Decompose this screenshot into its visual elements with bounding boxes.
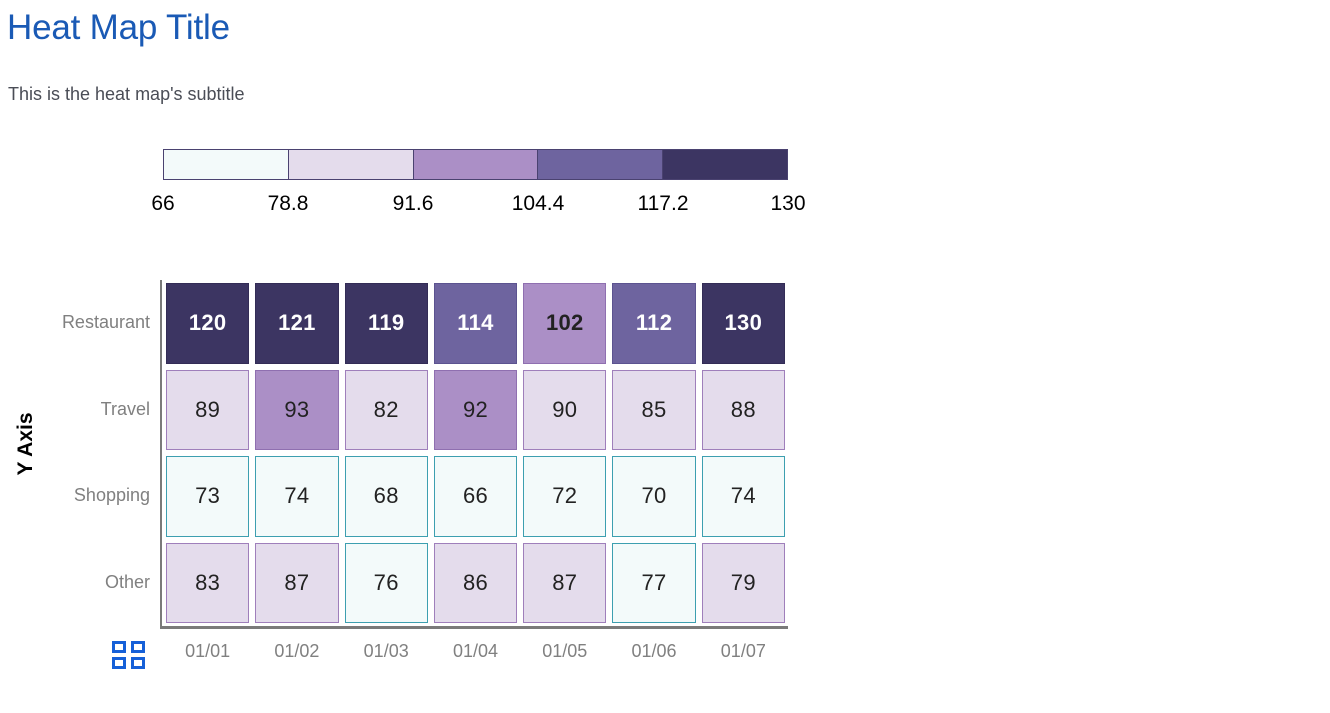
heatmap-cell[interactable]: 77 [612, 542, 696, 623]
heatmap-row: 120 121 119 114 102 112 130 [163, 280, 788, 367]
heatmap-cell[interactable]: 87 [523, 542, 607, 623]
heatmap-cell[interactable]: 88 [701, 369, 785, 450]
heatmap-cell[interactable]: 87 [255, 542, 339, 623]
legend-band-1[interactable] [163, 149, 289, 180]
heatmap-cell[interactable]: 70 [612, 456, 696, 537]
x-axis-label: 01/04 [452, 641, 498, 661]
legend-band-2[interactable] [287, 149, 414, 180]
x-axis-label: 01/03 [363, 641, 409, 661]
heatmap-cell[interactable]: 89 [166, 369, 250, 450]
heatmap-cell[interactable]: 76 [344, 542, 428, 623]
page-subtitle: This is the heat map's subtitle [8, 84, 245, 104]
heatmap-cell[interactable]: 92 [433, 369, 518, 450]
heatmap-cell[interactable]: 74 [701, 456, 785, 537]
legend-band-3[interactable] [412, 149, 539, 180]
color-scale-tick-labels: 66 78.8 91.6 104.4 117.2 130 [151, 192, 805, 216]
x-axis-label: 01/07 [720, 641, 766, 661]
legend-band-5[interactable] [662, 149, 788, 180]
heatmap-row: 89 93 82 92 90 85 88 [163, 367, 788, 454]
heatmap-cell[interactable]: 121 [255, 283, 339, 364]
heatmap-cell[interactable]: 112 [612, 283, 696, 364]
x-axis-label: 01/01 [185, 641, 231, 661]
page-title: Heat Map Title [7, 8, 230, 47]
x-axis-label: 01/05 [542, 641, 588, 661]
grid-icon-square-4 [131, 657, 145, 669]
heatmap-cell[interactable]: 74 [255, 456, 339, 537]
legend-tick-label: 91.6 [392, 192, 434, 215]
y-axis-line [160, 280, 162, 626]
grid-icon-square-2 [131, 641, 145, 653]
legend-band-4[interactable] [537, 149, 664, 180]
heatmap-cell[interactable]: 130 [701, 283, 785, 364]
y-axis-label-other: Other [104, 571, 150, 592]
grid-view-toggle-icon[interactable] [112, 641, 146, 671]
x-axis-label: 01/02 [274, 641, 320, 661]
heatmap-cell[interactable]: 102 [523, 283, 607, 364]
legend-tick-label: 104.4 [511, 192, 565, 215]
x-axis-label: 01/06 [631, 641, 677, 661]
heatmap-cell[interactable]: 73 [166, 456, 250, 537]
heatmap-cell[interactable]: 82 [344, 369, 428, 450]
color-scale-legend[interactable] [163, 149, 788, 180]
heatmap-cell[interactable]: 120 [166, 283, 250, 364]
heatmap-row: 83 87 76 86 87 77 79 [163, 540, 788, 627]
heatmap-cell[interactable]: 114 [433, 283, 518, 364]
legend-tick-label: 66 [151, 192, 175, 215]
y-axis-label-travel: Travel [100, 398, 150, 419]
legend-tick-label: 78.8 [267, 192, 309, 215]
heatmap-cell[interactable]: 79 [701, 542, 785, 623]
heatmap-cell[interactable]: 83 [166, 542, 250, 623]
y-axis-tick-labels: Restaurant Travel Shopping Other [0, 280, 150, 626]
heatmap-row: 73 74 68 66 72 70 74 [163, 453, 788, 540]
grid-icon-square-1 [112, 641, 126, 653]
x-axis-tick-labels: 01/01 01/02 01/03 01/04 01/05 01/06 01/07 [163, 641, 788, 667]
heatmap-grid: 120 121 119 114 102 112 130 89 93 82 92 90 85 88 73 74 6… [163, 280, 788, 626]
y-axis-label-restaurant: Restaurant [61, 312, 150, 333]
heatmap-chart: Heat Map Title This is the heat map's su… [0, 0, 1330, 713]
legend-tick-label: 130 [770, 192, 806, 215]
grid-icon-square-3 [112, 657, 126, 669]
heatmap-cell[interactable]: 85 [612, 369, 696, 450]
y-axis-label-shopping: Shopping [73, 485, 150, 506]
heatmap-cell[interactable]: 66 [433, 456, 518, 537]
x-axis-line [160, 626, 788, 629]
heatmap-cell[interactable]: 86 [433, 542, 518, 623]
heatmap-cell[interactable]: 68 [344, 456, 428, 537]
heatmap-cell[interactable]: 93 [255, 369, 339, 450]
heatmap-cell[interactable]: 90 [523, 369, 607, 450]
heatmap-cell[interactable]: 119 [344, 283, 428, 364]
heatmap-cell[interactable]: 72 [523, 456, 607, 537]
legend-tick-label: 117.2 [637, 192, 689, 215]
